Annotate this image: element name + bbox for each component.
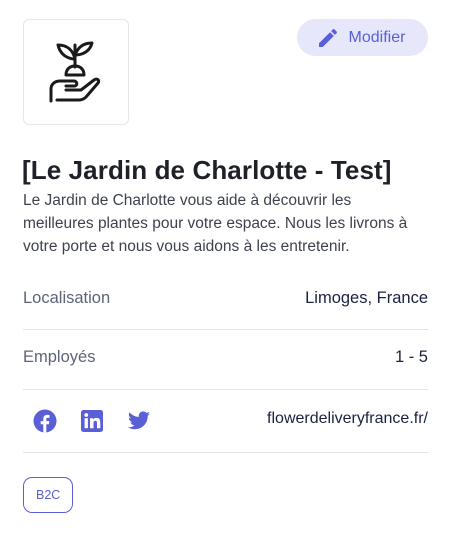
location-value: Limoges, France — [305, 289, 428, 307]
plant-in-hand-icon — [49, 41, 101, 103]
employees-row: Employés 1 - 5 — [23, 348, 428, 367]
tag-b2c: B2C — [23, 477, 74, 513]
facebook-icon[interactable] — [33, 409, 57, 433]
company-description: Le Jardin de Charlotte vous aide à décou… — [23, 192, 408, 255]
location-label: Localisation — [23, 289, 111, 307]
company-logo — [23, 19, 129, 125]
edit-button[interactable]: Modifier — [297, 19, 428, 56]
divider — [23, 389, 428, 390]
linkedin-icon[interactable] — [80, 409, 104, 433]
social-links — [33, 409, 151, 433]
employees-label: Employés — [23, 348, 96, 366]
location-row: Localisation Limoges, France — [23, 289, 428, 308]
company-name: [Le Jardin de Charlotte - Test] — [22, 155, 392, 185]
website-link[interactable]: flowerdeliveryfrance.fr/ — [267, 410, 428, 428]
pencil-icon — [318, 28, 337, 47]
employees-value: 1 - 5 — [394, 348, 428, 366]
edit-button-label: Modifier — [348, 28, 406, 46]
twitter-icon[interactable] — [127, 409, 151, 433]
divider — [23, 329, 428, 330]
divider — [23, 452, 428, 453]
